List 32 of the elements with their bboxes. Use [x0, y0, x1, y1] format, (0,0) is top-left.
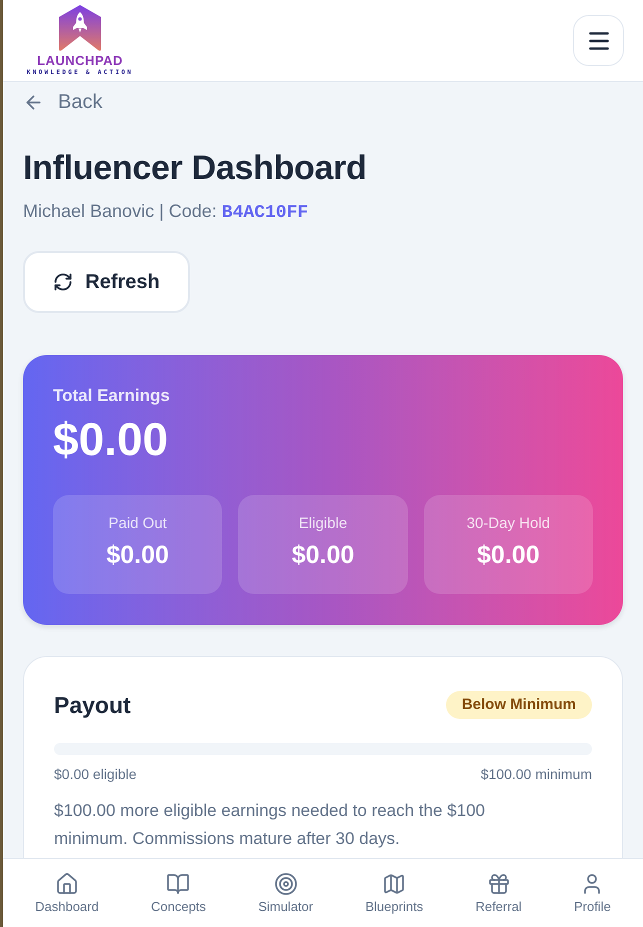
stat-amount: $0.00 [106, 540, 169, 570]
nav-tab[interactable]: Referral [473, 872, 524, 915]
earnings-label: Total Earnings [53, 385, 171, 407]
logo-title: LAUNCHPAD [37, 54, 123, 68]
rocket-logo-icon [59, 5, 101, 52]
influencer-subtitle: Michael Banovic | Code: B4AC10FF [23, 200, 310, 225]
stat-label: Eligible [298, 514, 348, 534]
target-icon [274, 872, 298, 896]
stat-amount: $0.00 [292, 540, 354, 570]
map-icon [382, 872, 406, 896]
gift-icon [486, 872, 511, 896]
earnings-amount: $0.00 [53, 415, 170, 463]
stat-label: 30-Day Hold [466, 514, 550, 534]
menu-button[interactable] [573, 15, 624, 66]
nav-tab[interactable]: Concepts [149, 872, 208, 915]
page-title: Influencer Dashboard [23, 148, 368, 188]
eligible-amount-text: $0.00 eligible [54, 765, 137, 784]
nav-tab[interactable]: Dashboard [33, 872, 101, 915]
nav-tab[interactable]: Profile [572, 872, 613, 915]
house-icon [54, 872, 79, 896]
refresh-icon [53, 272, 74, 292]
nav-tab[interactable]: Simulator [256, 872, 316, 915]
stat-label: Paid Out [108, 514, 167, 534]
status-badge: Below Minimum [446, 691, 592, 719]
back-link[interactable]: Back [23, 90, 102, 114]
book-icon [166, 872, 190, 896]
stat-amount: $0.00 [477, 540, 540, 570]
nav-tab[interactable]: Blueprints [363, 872, 426, 915]
minimum-amount-text: $100.00 minimum [480, 765, 592, 784]
payout-note: $100.00 more eligible earnings needed to reach the $100 minimum. Commissions mature after 30 days. [54, 800, 486, 850]
refresh-button[interactable]: Refresh [23, 251, 190, 313]
payout-title: Payout [54, 691, 131, 719]
